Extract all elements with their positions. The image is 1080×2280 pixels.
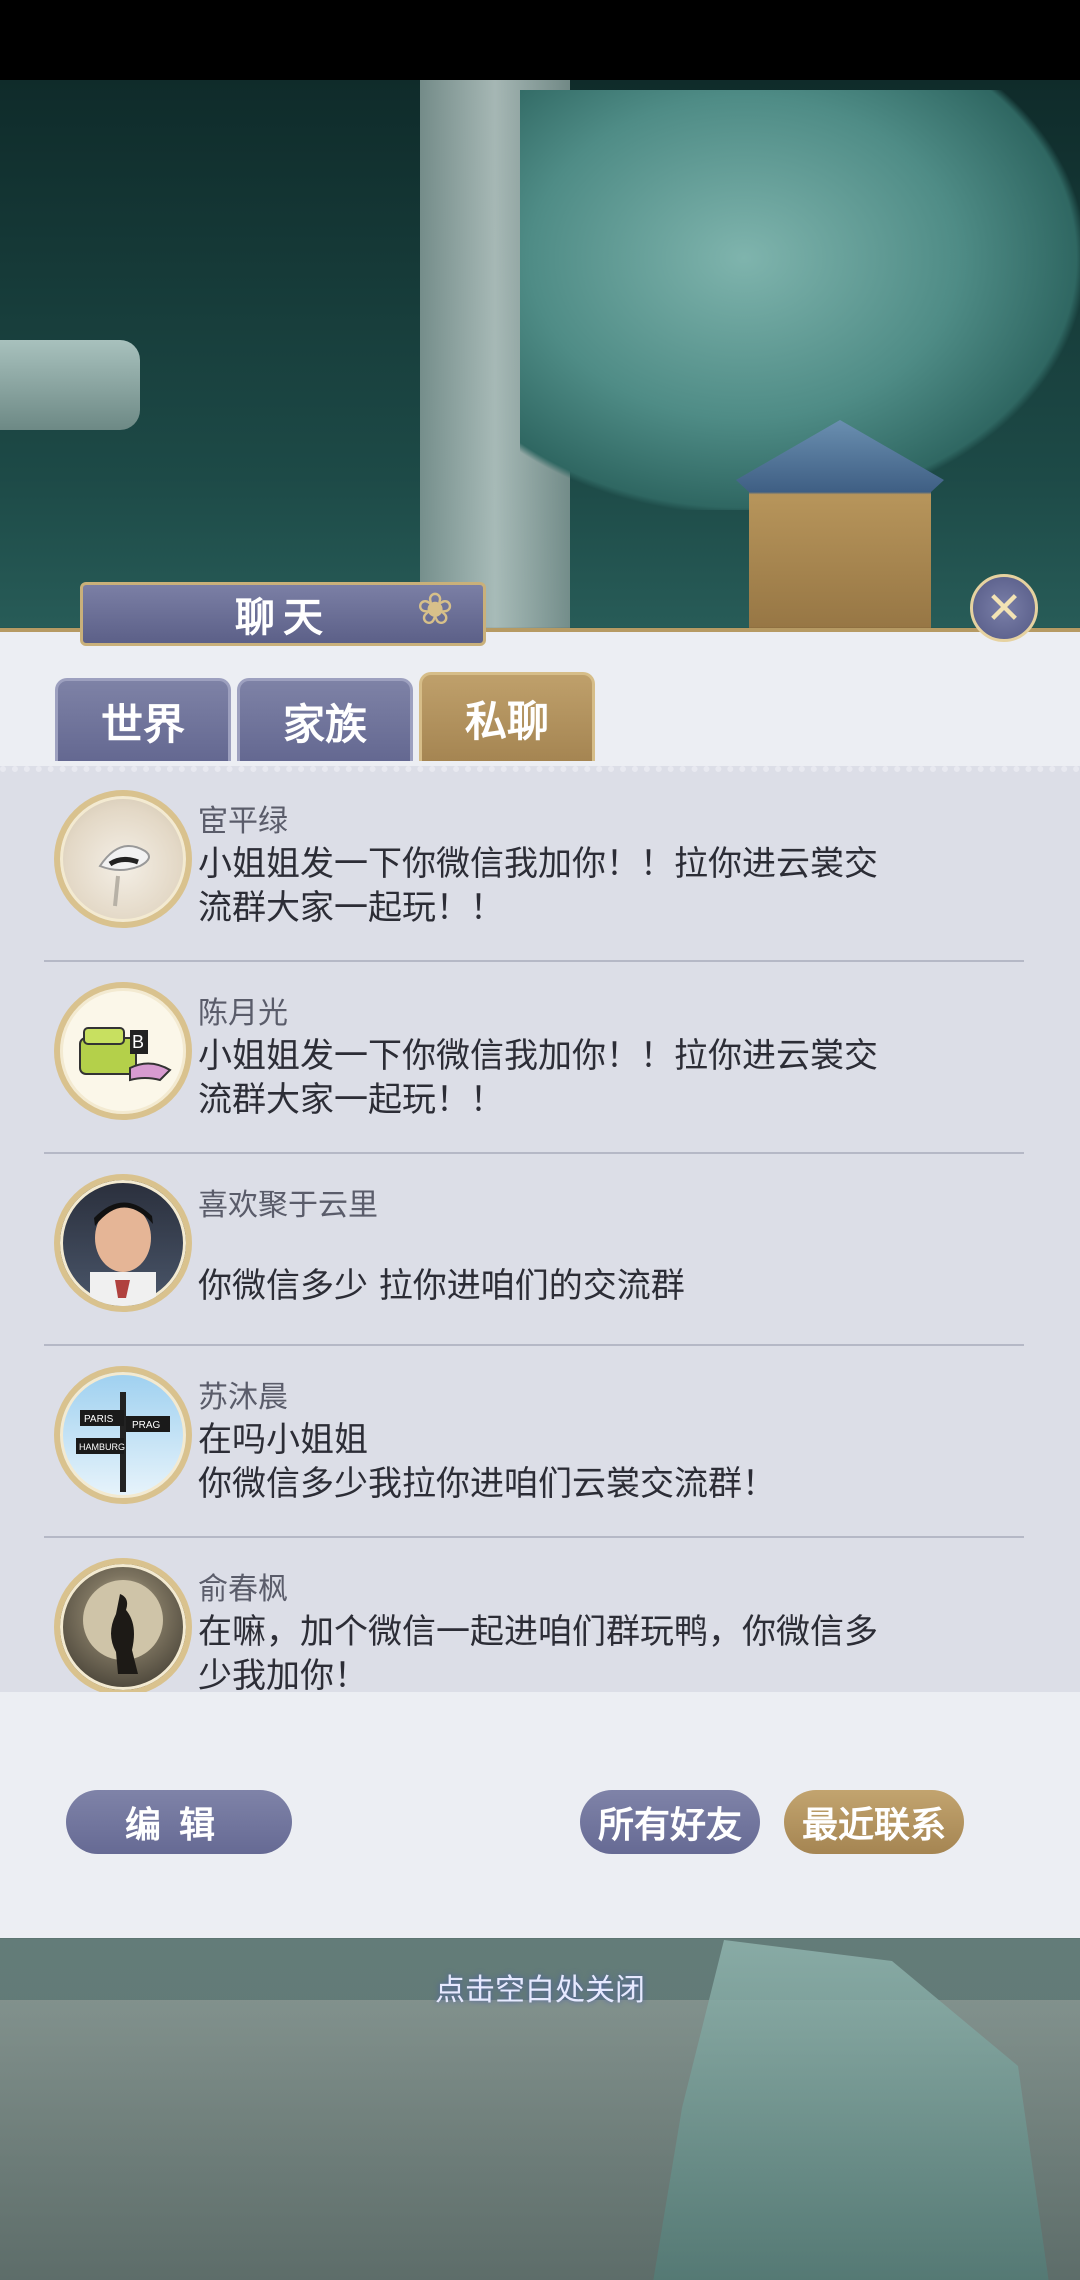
chat-tabs: 世界 家族 私聊 bbox=[55, 672, 595, 761]
page-title: 聊天 bbox=[235, 595, 331, 641]
svg-text:B: B bbox=[132, 1032, 144, 1052]
tab-label: 家族 bbox=[282, 699, 367, 749]
avatar[interactable] bbox=[54, 1558, 192, 1692]
moon-figure-icon bbox=[83, 1580, 163, 1674]
avatar[interactable] bbox=[54, 790, 192, 928]
divider bbox=[44, 1344, 1024, 1346]
all-friends-label: 所有好友 bbox=[597, 1805, 742, 1846]
all-friends-button[interactable]: 所有好友 bbox=[580, 1790, 760, 1854]
avatar[interactable]: B bbox=[54, 982, 192, 1120]
portrait-icon bbox=[90, 1202, 156, 1306]
flower-ornament-right: ❀ bbox=[416, 584, 454, 635]
divider bbox=[44, 1536, 1024, 1538]
recent-contacts-button[interactable]: 最近联系 bbox=[784, 1790, 964, 1854]
tab-family[interactable]: 家族 bbox=[237, 678, 413, 761]
sofa-icon: B bbox=[79, 1027, 172, 1082]
svg-text:HAMBURG: HAMBURG bbox=[79, 1442, 125, 1452]
sender-name: 陈月光 bbox=[198, 996, 288, 1031]
svg-text:PARIS: PARIS bbox=[84, 1414, 114, 1425]
tab-world[interactable]: 世界 bbox=[55, 678, 231, 761]
tap-to-close-hint[interactable]: 点击空白处关闭 bbox=[0, 1965, 1080, 2009]
divider bbox=[44, 1152, 1024, 1154]
avatar[interactable]: PARIS PRAG HAMBURG bbox=[54, 1366, 192, 1504]
status-bar bbox=[0, 0, 1080, 80]
message-text: 在吗小姐姐 你微信多少我拉你进咱们云裳交流群！ bbox=[198, 1420, 776, 1504]
close-button[interactable]: ✕ bbox=[970, 574, 1038, 642]
bottom-action-bar: 编辑 所有好友 最近联系 bbox=[0, 1790, 1080, 1870]
tab-label: 世界 bbox=[100, 699, 185, 749]
message-text: 小姐姐发一下你微信我加你！！拉你进云裳交流群大家一起玩！！ bbox=[198, 844, 878, 928]
tab-label: 私聊 bbox=[464, 696, 549, 746]
sender-name: 俞春枫 bbox=[198, 1572, 288, 1607]
close-icon: ✕ bbox=[985, 582, 1023, 634]
signpost-icon: PARIS PRAG HAMBURG bbox=[76, 1392, 170, 1492]
message-row[interactable]: 宦平绿 小姐姐发一下你微信我加你！！拉你进云裳交流群大家一起玩！！ bbox=[40, 772, 1024, 962]
recent-contacts-label: 最近联系 bbox=[801, 1805, 946, 1846]
message-row[interactable]: PARIS PRAG HAMBURG 苏沐晨 在吗小姐姐 你微信多少我拉你进咱们… bbox=[40, 1348, 1024, 1538]
message-text: 在嘛，加个微信一起进咱们群玩鸭，你微信多少我加你！ bbox=[198, 1612, 878, 1692]
telescope-decoration bbox=[0, 340, 140, 430]
sender-name: 苏沐晨 bbox=[198, 1380, 288, 1415]
sender-name: 喜欢聚于云里 bbox=[198, 1188, 378, 1223]
svg-text:PRAG: PRAG bbox=[132, 1420, 161, 1431]
edit-button[interactable]: 编辑 bbox=[66, 1790, 292, 1854]
message-row[interactable]: B 陈月光 小姐姐发一下你微信我加你！！拉你进云裳交流群大家一起玩！！ bbox=[40, 964, 1024, 1154]
private-message-list[interactable]: 宦平绿 小姐姐发一下你微信我加你！！拉你进云裳交流群大家一起玩！！ B 陈月光 … bbox=[0, 766, 1080, 1692]
message-text: 小姐姐发一下你微信我加你！！拉你进云裳交流群大家一起玩！！ bbox=[198, 1036, 878, 1120]
divider bbox=[44, 960, 1024, 962]
message-text: 你微信多少 拉你进咱们的交流群 bbox=[198, 1266, 685, 1306]
message-row[interactable]: 喜欢聚于云里 你微信多少 拉你进咱们的交流群 bbox=[40, 1156, 1024, 1346]
avatar[interactable] bbox=[54, 1174, 192, 1312]
tab-private[interactable]: 私聊 bbox=[419, 672, 595, 761]
sender-name: 宦平绿 bbox=[198, 804, 288, 839]
message-row[interactable]: 俞春枫 在嘛，加个微信一起进咱们群玩鸭，你微信多少我加你！ bbox=[40, 1540, 1020, 1692]
hat-icon bbox=[98, 845, 150, 907]
edit-label: 编辑 bbox=[124, 1805, 233, 1846]
